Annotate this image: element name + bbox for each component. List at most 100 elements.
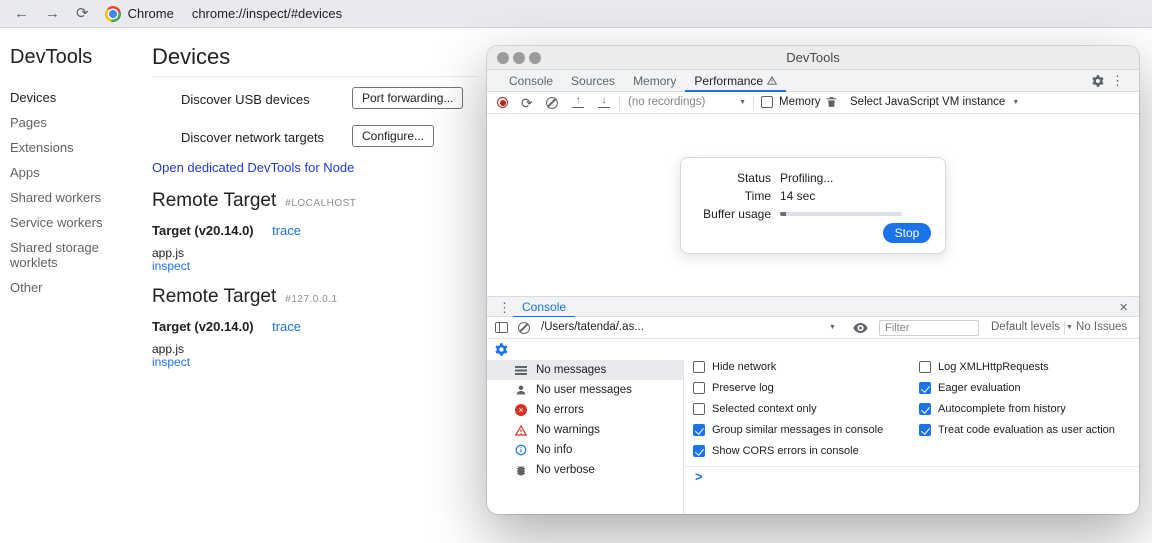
recordings-select[interactable]: (no recordings) ▼	[628, 96, 746, 108]
remote-target-title: Remote Target	[152, 286, 276, 308]
console-sidebar-toggle-icon[interactable]	[495, 322, 508, 333]
window-title: DevTools	[487, 46, 1139, 70]
divider	[619, 96, 620, 110]
port-forwarding-button[interactable]: Port forwarding...	[352, 87, 463, 109]
chrome-logo-icon	[105, 6, 121, 22]
cors-errors-checkbox[interactable]	[693, 445, 705, 457]
selected-context-checkbox[interactable]	[693, 403, 705, 415]
execution-context-select[interactable]: /Users/tatenda/.as...	[541, 321, 644, 333]
tab-performance[interactable]: Performance	[685, 70, 786, 92]
buffer-usage-label: Buffer usage	[695, 207, 771, 221]
back-icon[interactable]: ←	[14, 6, 29, 21]
filter-no-user-messages[interactable]: No user messages	[487, 380, 683, 400]
live-expression-eye-icon[interactable]	[853, 322, 868, 334]
performance-toolbar: ⟳ ↑ ↓ (no recordings) ▼ Memory Select Ja…	[487, 92, 1139, 114]
log-levels-select[interactable]: Default levels ▼	[991, 321, 1073, 333]
load-profile-icon[interactable]: ↑	[572, 96, 584, 108]
remote-target-header: Remote Target #LOCALHOST	[152, 190, 356, 212]
garbage-collect-icon[interactable]	[825, 95, 838, 109]
drawer-tab-console[interactable]: Console	[513, 297, 575, 318]
inspect-sidebar: DevTools Devices Pages Extensions Apps S…	[0, 28, 150, 300]
divider	[683, 360, 684, 514]
tab-console[interactable]: Console	[500, 70, 562, 92]
sidebar-item-devices[interactable]: Devices	[0, 85, 150, 110]
divider	[152, 76, 478, 77]
console-prompt[interactable]: >	[695, 469, 703, 484]
filter-no-warnings[interactable]: No warnings	[487, 420, 683, 440]
tab-sources[interactable]: Sources	[562, 70, 624, 92]
address-bar[interactable]: chrome://inspect/#devices	[192, 6, 342, 21]
vm-instance-select[interactable]: Select JavaScript VM instance ▼	[850, 96, 1019, 108]
trace-link[interactable]: trace	[272, 319, 301, 334]
drawer-header: ⋮ Console ×	[487, 296, 1139, 317]
remote-target-tag: #LOCALHOST	[285, 198, 356, 209]
memory-checkbox-row: Memory	[761, 96, 821, 108]
inspect-link[interactable]: inspect	[152, 355, 190, 369]
status-value: Profiling...	[780, 171, 833, 185]
warning-icon	[515, 425, 527, 436]
log-xhr-checkbox[interactable]	[919, 361, 931, 373]
issues-counter[interactable]: No Issues	[1076, 321, 1127, 333]
sidebar-item-pages[interactable]: Pages	[0, 110, 150, 135]
tab-memory[interactable]: Memory	[624, 70, 685, 92]
sidebar-item-shared-workers[interactable]: Shared workers	[0, 185, 150, 210]
info-icon	[515, 444, 527, 456]
filter-no-info[interactable]: No info	[487, 440, 683, 460]
divider	[683, 466, 1139, 467]
discover-usb-label: Discover USB devices	[181, 92, 310, 107]
setting-selected-context: Selected context only	[693, 403, 817, 415]
user-action-eval-checkbox[interactable]	[919, 424, 931, 436]
console-toolbar: /Users/tatenda/.as... ▼ Default levels ▼…	[487, 317, 1139, 339]
forward-icon[interactable]: →	[45, 6, 60, 21]
filter-no-errors[interactable]: No errors	[487, 400, 683, 420]
performance-warning-icon	[767, 76, 777, 85]
remote-target-tag: #127.0.0.1	[285, 294, 337, 305]
reload-icon[interactable]: ⟳	[76, 6, 89, 21]
console-settings-gear-icon[interactable]	[494, 342, 509, 357]
clear-icon[interactable]	[546, 97, 558, 109]
chevron-down-icon: ▼	[1012, 99, 1019, 106]
record-icon[interactable]	[497, 97, 508, 108]
clear-console-icon[interactable]	[518, 322, 530, 334]
console-filter-input[interactable]	[879, 320, 979, 336]
drawer-close-icon[interactable]: ×	[1119, 300, 1128, 315]
sidebar-item-other[interactable]: Other	[0, 275, 150, 300]
settings-gear-icon[interactable]	[1091, 74, 1105, 88]
setting-log-xhr: Log XMLHttpRequests	[919, 361, 1049, 373]
preserve-log-checkbox[interactable]	[693, 382, 705, 394]
browser-brand-label: Chrome	[128, 6, 174, 21]
sidebar-item-apps[interactable]: Apps	[0, 160, 150, 185]
trace-link[interactable]: trace	[272, 223, 301, 238]
setting-preserve-log: Preserve log	[693, 382, 774, 394]
discover-network-label: Discover network targets	[181, 130, 324, 145]
sidebar-item-shared-storage-worklets[interactable]: Shared storage worklets	[0, 235, 150, 275]
save-profile-icon[interactable]: ↓	[598, 96, 610, 108]
more-menu-icon[interactable]: ⋮	[1111, 74, 1124, 87]
target-row: Target (v20.14.0) trace	[152, 222, 301, 240]
browser-toolbar: ← → ⟳ Chrome chrome://inspect/#devices	[0, 0, 1152, 28]
memory-checkbox[interactable]	[761, 96, 773, 108]
filter-no-messages[interactable]: No messages	[487, 360, 683, 380]
filter-no-verbose[interactable]: No verbose	[487, 460, 683, 480]
eager-evaluation-checkbox[interactable]	[919, 382, 931, 394]
sidebar-item-service-workers[interactable]: Service workers	[0, 210, 150, 235]
node-devtools-link[interactable]: Open dedicated DevTools for Node	[152, 160, 354, 175]
target-row: Target (v20.14.0) trace	[152, 318, 301, 336]
drawer-menu-icon[interactable]: ⋮	[498, 301, 511, 314]
setting-autocomplete-history: Autocomplete from history	[919, 403, 1066, 415]
reload-record-icon[interactable]: ⟳	[521, 96, 533, 110]
inspect-link[interactable]: inspect	[152, 259, 190, 273]
status-label: Status	[695, 171, 771, 185]
chevron-down-icon[interactable]: ▼	[829, 324, 836, 331]
chevron-down-icon: ▼	[1066, 324, 1073, 331]
sidebar-item-extensions[interactable]: Extensions	[0, 135, 150, 160]
hide-network-checkbox[interactable]	[693, 361, 705, 373]
remote-target-title: Remote Target	[152, 190, 276, 212]
configure-button[interactable]: Configure...	[352, 125, 434, 147]
devtools-window: DevTools Console Sources Memory Performa…	[487, 46, 1139, 514]
stop-button[interactable]: Stop	[883, 223, 931, 243]
divider	[753, 96, 754, 110]
setting-eager-evaluation: Eager evaluation	[919, 382, 1021, 394]
autocomplete-history-checkbox[interactable]	[919, 403, 931, 415]
group-similar-checkbox[interactable]	[693, 424, 705, 436]
